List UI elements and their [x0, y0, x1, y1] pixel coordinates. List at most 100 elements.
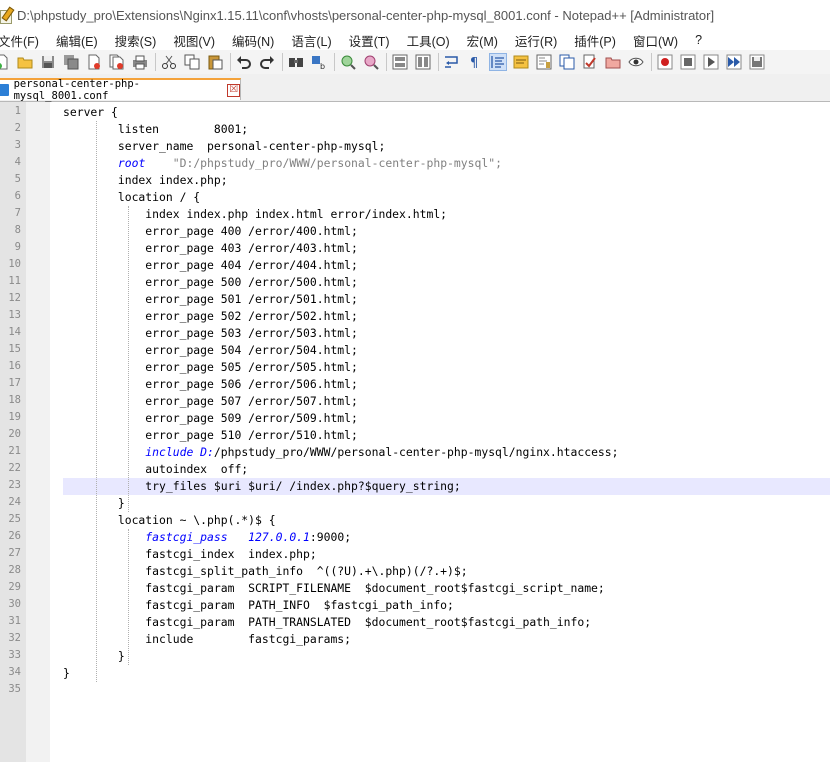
replace-icon[interactable]: b	[311, 54, 327, 70]
code-line[interactable]: 26 fastcgi_pass 127.0.0.1:9000;	[0, 529, 830, 546]
menu-edit[interactable]: 编辑(E)	[56, 31, 98, 50]
paste-icon[interactable]	[207, 54, 223, 70]
code-line[interactable]: 28 fastcgi_split_path_info ^((?U).+\.php…	[0, 563, 830, 580]
save-macro-icon[interactable]	[749, 54, 765, 70]
find-icon[interactable]	[288, 54, 304, 70]
menu-language[interactable]: 语言(L)	[291, 31, 331, 50]
code-line[interactable]: 9 error_page 403 /error/403.html;	[0, 240, 830, 257]
code-line[interactable]: 17 error_page 506 /error/506.html;	[0, 376, 830, 393]
menu-plugins[interactable]: 插件(P)	[574, 31, 616, 50]
menu-search[interactable]: 搜索(S)	[115, 31, 157, 50]
monitoring-icon[interactable]	[605, 54, 621, 70]
eye-icon[interactable]	[628, 54, 644, 70]
sync-vertical-icon[interactable]	[392, 54, 408, 70]
close-all-icon[interactable]	[109, 54, 125, 70]
line-number: 33	[8, 649, 21, 661]
toolbar-separator	[230, 53, 231, 71]
code-line[interactable]: 29 fastcgi_param SCRIPT_FILENAME $docume…	[0, 580, 830, 597]
menu-window[interactable]: 窗口(W)	[633, 31, 678, 50]
code-line[interactable]: 19 error_page 509 /error/509.html;	[0, 410, 830, 427]
undo-icon[interactable]	[236, 54, 252, 70]
svg-text:¶: ¶	[470, 56, 478, 70]
code-line[interactable]: 1 server {	[0, 104, 830, 121]
code-line[interactable]: 22 autoindex off;	[0, 461, 830, 478]
line-number: 29	[8, 581, 21, 593]
editor[interactable]: 1 server {2 listen 8001; 3 server_name per…	[0, 102, 830, 762]
stop-record-icon[interactable]	[680, 54, 696, 70]
code-text: location / {	[63, 190, 201, 204]
code-line[interactable]: 32 include fastcgi_params;	[0, 631, 830, 648]
play-macro-icon[interactable]	[703, 54, 719, 70]
line-number: 23	[8, 479, 21, 491]
close-icon[interactable]	[86, 54, 102, 70]
line-number: 10	[8, 258, 21, 270]
word-wrap-icon[interactable]	[444, 54, 460, 70]
menu-view[interactable]: 视图(V)	[173, 31, 215, 50]
menu-run[interactable]: 运行(R)	[515, 31, 557, 50]
run-macro-multiple-icon[interactable]	[726, 54, 742, 70]
menu-file[interactable]: 文件(F)	[0, 31, 39, 50]
code-line[interactable]: 13 error_page 502 /error/502.html;	[0, 308, 830, 325]
code-text: error_page 509 /error/509.html;	[63, 411, 358, 425]
function-list-icon[interactable]	[559, 54, 575, 70]
code-line[interactable]: 30 fastcgi_param PATH_INFO $fastcgi_path…	[0, 597, 830, 614]
close-tab-icon[interactable]: ☒	[227, 83, 240, 97]
tab-personal-center-conf[interactable]: personal-center-php-mysql_8001.conf ☒	[0, 78, 241, 102]
code-line[interactable]: 24 }	[0, 495, 830, 512]
code-line[interactable]: 23 try_files $uri $uri/ /index.php?$quer…	[0, 478, 830, 495]
save-all-icon[interactable]	[63, 54, 79, 70]
code-text: root "D:/phpstudy_pro/WWW/personal-cente…	[117, 156, 502, 170]
line-number: 13	[8, 309, 21, 321]
show-all-chars-icon[interactable]: ¶	[467, 54, 483, 70]
user-language-icon[interactable]	[513, 54, 529, 70]
sync-horizontal-icon[interactable]	[415, 54, 431, 70]
code-line[interactable]: 11 error_page 500 /error/500.html;	[0, 274, 830, 291]
menu-encoding[interactable]: 编码(N)	[232, 31, 274, 50]
code-line[interactable]: 34}	[0, 665, 830, 682]
new-file-icon[interactable]	[0, 54, 10, 70]
document-map-icon[interactable]	[536, 54, 552, 70]
code-line[interactable]: 12 error_page 501 /error/501.html;	[0, 291, 830, 308]
menu-bar: 文件(F) 编辑(E) 搜索(S) 视图(V) 编码(N) 语言(L) 设置(T…	[0, 30, 830, 50]
code-line[interactable]: 18 error_page 507 /error/507.html;	[0, 393, 830, 410]
zoom-in-icon[interactable]	[340, 54, 356, 70]
code-line[interactable]: 4 root "D:/phpstudy_pro/WWW/personal-cen…	[0, 155, 830, 172]
indent-guide-icon[interactable]	[489, 53, 507, 71]
code-line[interactable]: 16 error_page 505 /error/505.html;	[0, 359, 830, 376]
menu-tools[interactable]: 工具(O)	[407, 31, 450, 50]
code-line[interactable]: 31 fastcgi_param PATH_TRANSLATED $docume…	[0, 614, 830, 631]
save-icon[interactable]	[40, 54, 56, 70]
code-line[interactable]: 2 listen 8001;	[0, 121, 830, 138]
open-file-icon[interactable]	[17, 54, 33, 70]
line-number: 3	[14, 139, 21, 151]
menu-macro[interactable]: 宏(M)	[467, 31, 498, 50]
menu-help[interactable]: ?	[695, 33, 702, 47]
redo-icon[interactable]	[259, 54, 275, 70]
line-number: 22	[8, 462, 21, 474]
record-macro-icon[interactable]	[657, 54, 673, 70]
code-line[interactable]: 14 error_page 503 /error/503.html;	[0, 325, 830, 342]
code-line[interactable]: 3 server_name personal-center-php-mysql;	[0, 138, 830, 155]
code-line[interactable]: 10 error_page 404 /error/404.html;	[0, 257, 830, 274]
code-line[interactable]: 20 error_page 510 /error/510.html;	[0, 427, 830, 444]
cut-icon[interactable]	[161, 54, 177, 70]
code-line[interactable]: 27 fastcgi_index index.php;	[0, 546, 830, 563]
code-line[interactable]: 6 location / {	[0, 189, 830, 206]
line-number: 4	[14, 156, 21, 168]
code-line[interactable]: 21 include D:/phpstudy_pro/WWW/personal-…	[0, 444, 830, 461]
line-number: 19	[8, 411, 21, 423]
copy-icon[interactable]	[184, 54, 200, 70]
code-line[interactable]: 25 location ~ \.php(.*)$ {	[0, 512, 830, 529]
menu-settings[interactable]: 设置(T)	[349, 31, 390, 50]
code-line[interactable]: 8 error_page 400 /error/400.html;	[0, 223, 830, 240]
code-line[interactable]: 33 }	[0, 648, 830, 665]
code-line[interactable]: 5 index index.php;	[0, 172, 830, 189]
line-number: 35	[8, 683, 21, 695]
print-icon[interactable]	[132, 54, 148, 70]
code-line[interactable]: 15 error_page 504 /error/504.html;	[0, 342, 830, 359]
code-line[interactable]: 7 index index.php index.html error/index…	[0, 206, 830, 223]
folder-as-workspace-icon[interactable]	[582, 54, 598, 70]
zoom-out-icon[interactable]	[363, 54, 379, 70]
toolbar-separator	[282, 53, 283, 71]
code-line[interactable]: 35	[0, 682, 830, 699]
